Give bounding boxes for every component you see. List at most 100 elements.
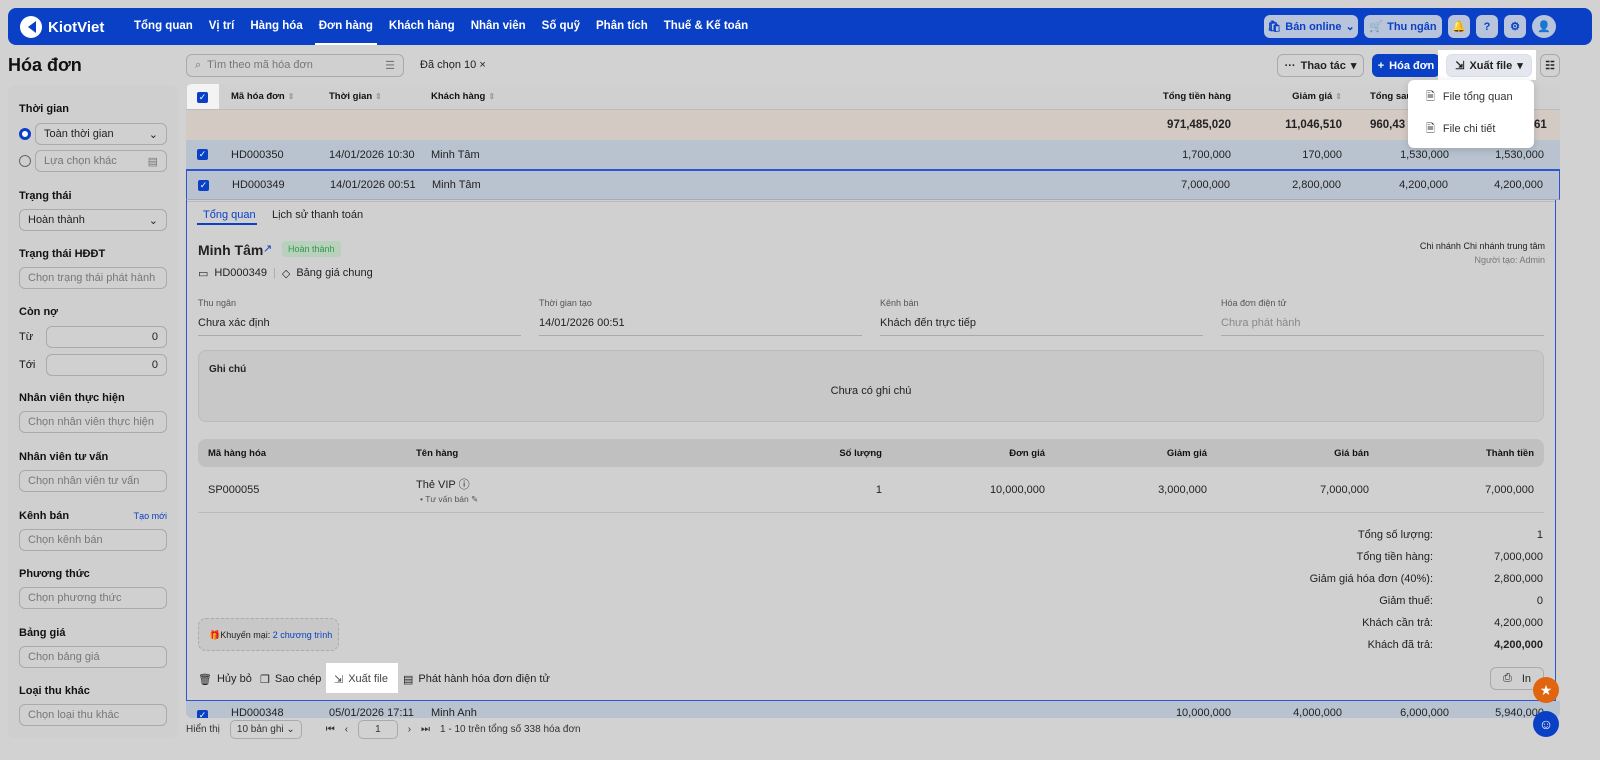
support-icon[interactable]: ☺: [1533, 711, 1559, 737]
info-icon[interactable]: ⓘ: [459, 479, 470, 491]
item-row[interactable]: SP000055 Thẻ VIP ⓘ • Tư vấn bán ✎ 1 10,0…: [198, 467, 1544, 513]
select-all-checkbox[interactable]: ✓: [197, 92, 208, 103]
tab-payment-history[interactable]: Lịch sử thanh toán: [272, 209, 363, 221]
col-discount[interactable]: Giảm giá ⇕: [1292, 91, 1342, 102]
cancel-button[interactable]: 🗑 Hủy bỏ: [198, 670, 252, 688]
file-icon: 🗎: [1426, 122, 1435, 135]
nav-hang-hoa[interactable]: Hàng hóa: [242, 8, 310, 45]
advisor-ph: Chọn nhân viên tư vấn: [28, 475, 140, 487]
logo[interactable]: KiotViet: [20, 16, 104, 38]
tab-overview[interactable]: Tổng quan: [203, 209, 256, 221]
trash-icon: 🗑: [198, 673, 212, 686]
filter-settings-icon[interactable]: ☰: [385, 59, 395, 72]
row-subtotal: 7,000,000: [1181, 179, 1230, 191]
plus-icon: +: [1377, 59, 1385, 72]
sum-discount: 2,800,000: [1494, 573, 1543, 585]
column-settings-icon[interactable]: ☷: [1540, 54, 1560, 77]
nav-vi-tri[interactable]: Vị trí: [201, 8, 243, 45]
top-nav: KiotViet Tổng quan Vị trí Hàng hóa Đơn h…: [8, 8, 1592, 45]
row-checkbox[interactable]: ✓: [197, 710, 208, 718]
next-page-icon[interactable]: ›: [408, 724, 411, 735]
invoice-icon: ▭: [198, 268, 209, 280]
row-subtotal: 1,700,000: [1182, 148, 1231, 161]
nav-nhan-vien[interactable]: Nhân viên: [463, 8, 534, 45]
caret-down-icon: ▾: [1517, 60, 1523, 72]
debt-from-input[interactable]: 0: [46, 326, 167, 348]
help-icon[interactable]: ?: [1476, 15, 1498, 38]
nav-so-quy[interactable]: Số quỹ: [534, 8, 588, 45]
method-select[interactable]: Chọn phương thức: [19, 587, 167, 609]
nav-khach-hang[interactable]: Khách hàng: [381, 8, 463, 45]
sum-paid-label: Khách đã trả:: [1367, 639, 1433, 651]
customer-name[interactable]: Minh Tâm: [198, 242, 263, 258]
pricebook-select[interactable]: Chọn bảng giá: [19, 646, 167, 668]
ih-price: Đơn giá: [1009, 448, 1045, 459]
debt-to-input[interactable]: 0: [46, 354, 167, 376]
table-row[interactable]: ✓ HD000350 14/01/2026 10:30 Minh Tâm 1,7…: [186, 140, 1560, 170]
nav-phan-tich[interactable]: Phân tích: [588, 8, 656, 45]
table-row-expanded[interactable]: ✓ HD000349 14/01/2026 00:51 Minh Tâm 7,0…: [186, 170, 1560, 200]
page-input[interactable]: 1: [358, 719, 398, 739]
last-page-icon[interactable]: ⏭: [421, 724, 430, 735]
print-label: In: [1521, 672, 1531, 685]
radio-all-time[interactable]: [19, 128, 31, 140]
row-customer: Minh Tâm: [431, 148, 480, 161]
advisor-select[interactable]: Chọn nhân viên tư vấn: [19, 470, 167, 492]
avatar[interactable]: 👤: [1532, 15, 1556, 38]
export-file-button[interactable]: ⇲ Xuất file: [334, 670, 388, 688]
col-subtotal[interactable]: Tổng tiền hàng: [1163, 91, 1231, 102]
created-time-label: Thời gian tạo: [539, 298, 592, 308]
sum-tax: 0: [1536, 595, 1543, 607]
search-input[interactable]: ⌕ Tìm theo mã hóa đơn ☰: [186, 54, 404, 77]
radio-other-time[interactable]: [19, 155, 31, 167]
row-checkbox[interactable]: ✓: [198, 180, 209, 191]
bell-icon[interactable]: 🔔: [1448, 15, 1470, 38]
selected-count-chip[interactable]: Đã chọn 10 ×: [420, 59, 486, 71]
issue-einvoice-button[interactable]: ▤ Phát hành hóa đơn điện tử: [403, 670, 550, 688]
channel-ph: Chọn kênh bán: [28, 534, 103, 546]
einvoice-status-label: Trạng thái HĐĐT: [19, 248, 106, 260]
col-customer[interactable]: Khách hàng ⇕: [431, 91, 495, 102]
external-link-icon[interactable]: ↗: [263, 242, 272, 255]
advisor-label: Nhân viên tư vấn: [19, 451, 109, 463]
export-button[interactable]: ⇲ Xuất file ▾: [1446, 54, 1532, 77]
pricebook-label: Bảng giá: [19, 627, 66, 639]
actions-button[interactable]: ··· Thao tác ▾: [1277, 54, 1364, 77]
ban-online-button[interactable]: 🛍 Bán online ⌄: [1264, 15, 1358, 38]
prev-page-icon[interactable]: ‹: [345, 724, 348, 735]
new-invoice-button[interactable]: + Hóa đơn: [1372, 54, 1440, 77]
einvoice-label: Hóa đơn điện tử: [1221, 298, 1287, 308]
row-time: 05/01/2026 17:11: [329, 707, 414, 718]
einvoice-status-select[interactable]: Chọn trạng thái phát hành: [19, 267, 167, 289]
gear-icon[interactable]: ⚙: [1504, 15, 1526, 38]
branch-name: Chi nhánh Chi nhánh trung tâm: [1419, 241, 1545, 251]
debt-label: Còn nợ: [19, 306, 58, 318]
promo-link[interactable]: 2 chương trình: [273, 630, 332, 640]
actions-label: Thao tác: [1300, 59, 1346, 72]
time-select[interactable]: Toàn thời gian ⌄: [35, 123, 167, 145]
channel-select[interactable]: Chọn kênh bán: [19, 529, 167, 551]
nav-don-hang[interactable]: Đơn hàng: [311, 8, 381, 45]
menu-item-detail-file[interactable]: 🗎 File chi tiết: [1408, 114, 1534, 144]
income-select[interactable]: Chọn loại thu khác: [19, 704, 167, 726]
page-size-select[interactable]: 10 bản ghi ⌄: [229, 719, 302, 739]
staff-select[interactable]: Chọn nhân viên thực hiện: [19, 411, 167, 433]
copy-button[interactable]: ❐ Sao chép: [260, 670, 321, 688]
custom-date-input[interactable]: Lựa chọn khác ▤: [35, 150, 167, 172]
items-header: Mã hàng hóa Tên hàng Số lượng Đơn giá Gi…: [198, 439, 1544, 467]
create-channel-link[interactable]: Tạo mới: [134, 511, 167, 521]
shop-icon: 🛍: [1267, 21, 1282, 33]
menu-item-overview-file[interactable]: 🗎 File tổng quan: [1408, 82, 1534, 112]
status-select[interactable]: Hoàn thành ⌄: [19, 209, 167, 231]
thu-ngan-button[interactable]: 🛒 Thu ngân: [1364, 15, 1442, 38]
star-icon[interactable]: ★: [1533, 677, 1559, 703]
edit-icon[interactable]: ✎: [471, 494, 478, 504]
table-row[interactable]: ✓ HD000348 05/01/2026 17:11 Minh Anh 10,…: [186, 701, 1560, 718]
nav-thue-ke-toan[interactable]: Thuế & Kế toán: [656, 8, 756, 45]
nav-tong-quan[interactable]: Tổng quan: [126, 8, 201, 45]
row-checkbox[interactable]: ✓: [197, 149, 208, 160]
col-code[interactable]: Mã hóa đơn ⇕: [231, 91, 294, 102]
col-time[interactable]: Thời gian ⇕: [329, 91, 382, 102]
cashier-label: Thu ngân: [198, 298, 237, 308]
first-page-icon[interactable]: ⏮: [326, 724, 335, 735]
